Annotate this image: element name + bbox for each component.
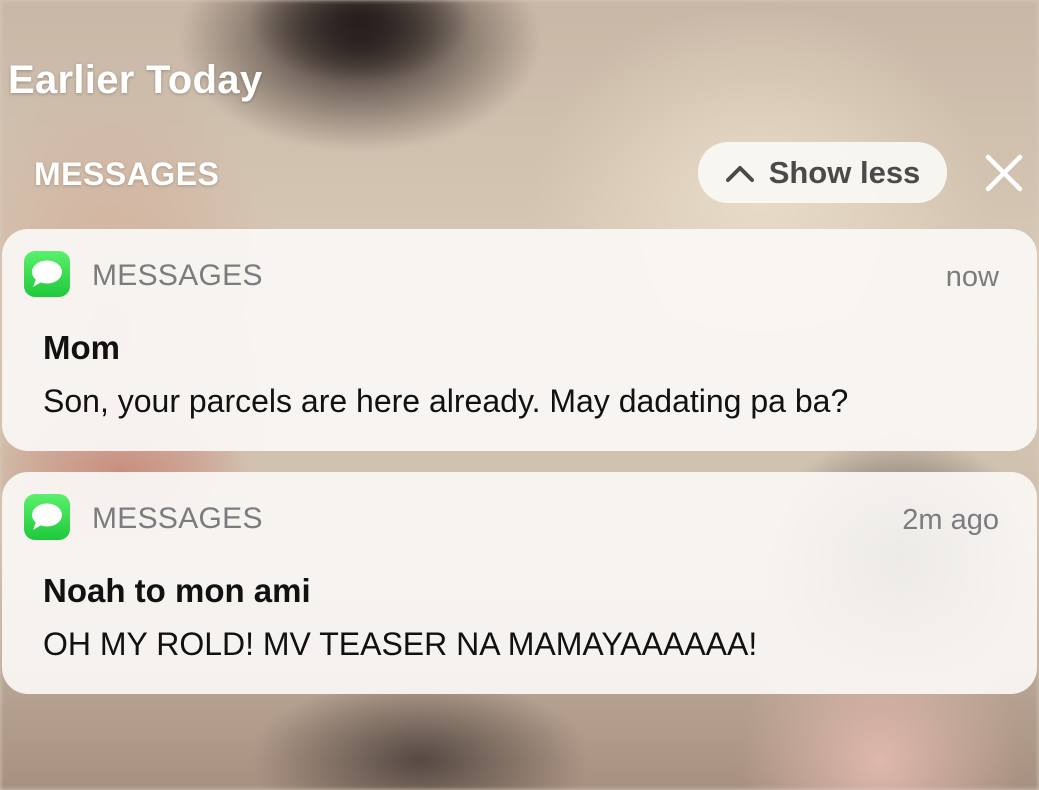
show-less-button[interactable]: Show less bbox=[698, 142, 947, 203]
notification-card[interactable]: MESSAGES now Mom Son, your parcels are h… bbox=[2, 229, 1037, 451]
close-icon bbox=[985, 154, 1023, 192]
clear-group-button[interactable] bbox=[984, 153, 1024, 193]
notification-body: OH MY ROLD! MV TEASER NA MAMAYAAAAAA! bbox=[43, 626, 758, 662]
show-less-label: Show less bbox=[768, 154, 921, 190]
notification-time: 2m ago bbox=[902, 504, 999, 536]
messages-app-icon bbox=[24, 494, 70, 540]
chevron-up-icon bbox=[725, 165, 754, 182]
app-name: MESSAGES bbox=[92, 259, 263, 292]
notification-card[interactable]: MESSAGES 2m ago Noah to mon ami OH MY RO… bbox=[2, 472, 1037, 694]
app-name: MESSAGES bbox=[92, 502, 263, 535]
notification-center: Earlier Today MESSAGES Show less MESSAGE… bbox=[0, 0, 1039, 790]
section-header-title: Earlier Today bbox=[8, 58, 263, 102]
notification-body: Son, your parcels are here already. May … bbox=[43, 383, 849, 419]
messages-app-icon bbox=[24, 251, 70, 297]
group-label: MESSAGES bbox=[34, 156, 220, 192]
notification-time: now bbox=[945, 261, 999, 293]
notification-sender: Noah to mon ami bbox=[43, 572, 311, 609]
notification-sender: Mom bbox=[43, 329, 120, 366]
